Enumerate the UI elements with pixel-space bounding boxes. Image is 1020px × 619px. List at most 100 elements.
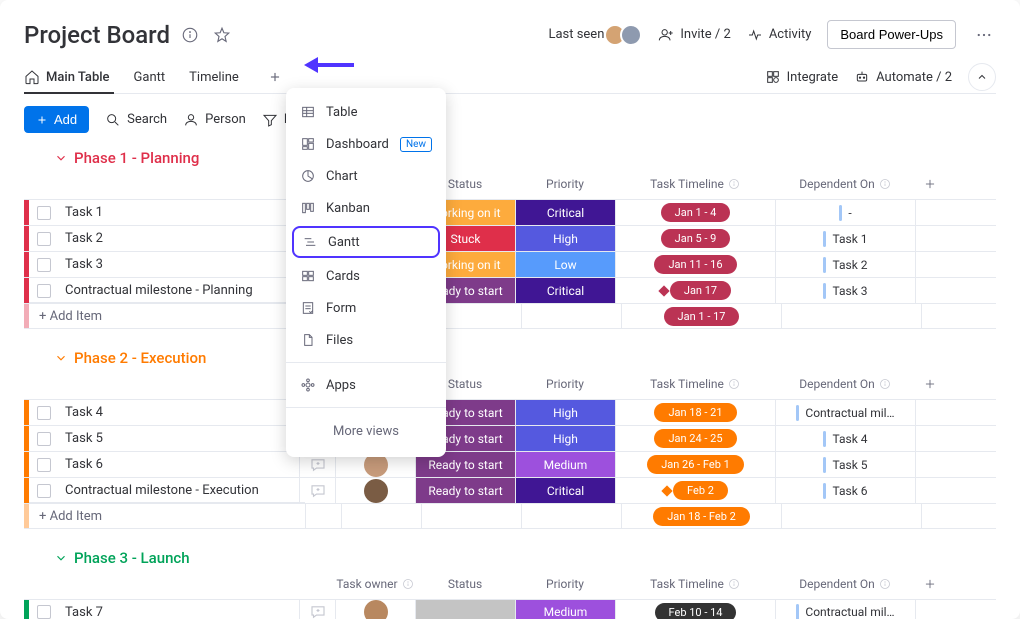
timeline-cell[interactable]: Jan 5 - 9: [615, 226, 775, 251]
menu-chart[interactable]: Chart: [286, 160, 446, 192]
add-column-button[interactable]: [915, 377, 945, 391]
activity-button[interactable]: Activity: [747, 27, 812, 43]
row-checkbox[interactable]: [29, 258, 59, 272]
group-title-phase1[interactable]: Phase 1 - Planning: [54, 149, 199, 167]
star-icon[interactable]: [210, 23, 234, 47]
dependent-cell[interactable]: -: [775, 200, 915, 225]
menu-form[interactable]: Form: [286, 292, 446, 324]
info-icon[interactable]: [178, 23, 202, 47]
dependent-cell[interactable]: Contractual mil…: [775, 600, 915, 619]
table-row[interactable]: Task 3 Working on it Low Jan 11 - 16 Tas…: [24, 251, 996, 277]
priority-cell[interactable]: High: [515, 400, 615, 425]
add-item-button[interactable]: + Add Item: [29, 302, 305, 330]
row-checkbox[interactable]: [29, 206, 59, 220]
dependent-cell[interactable]: Task 2: [775, 252, 915, 277]
timeline-cell[interactable]: Jan 11 - 16: [615, 252, 775, 277]
priority-cell[interactable]: Critical: [515, 478, 615, 503]
board-title[interactable]: Project Board: [24, 21, 170, 49]
table-row[interactable]: Task 1 Working on it Critical Jan 1 - 4 …: [24, 199, 996, 225]
timeline-cell[interactable]: Jan 18 - 21: [615, 400, 775, 425]
menu-gantt[interactable]: Gantt: [292, 226, 440, 258]
col-dependent[interactable]: Dependent On: [775, 577, 915, 591]
add-column-button[interactable]: [915, 177, 945, 191]
table-row[interactable]: Task 2 Stuck High Jan 5 - 9 Task 1: [24, 225, 996, 251]
col-timeline[interactable]: Task Timeline: [615, 177, 775, 191]
task-name[interactable]: Task 2: [59, 231, 299, 246]
priority-cell[interactable]: Medium: [515, 452, 615, 477]
automate-button[interactable]: Automate / 2: [854, 69, 952, 85]
timeline-cell[interactable]: Feb 10 - 14: [615, 600, 775, 619]
task-name[interactable]: Task 3: [59, 257, 299, 272]
priority-cell[interactable]: Critical: [515, 200, 615, 225]
powerups-button[interactable]: Board Power-Ups: [827, 20, 956, 49]
menu-kanban[interactable]: Kanban: [286, 192, 446, 224]
last-seen[interactable]: Last seen: [548, 24, 642, 46]
owner-cell[interactable]: [335, 600, 415, 619]
menu-files[interactable]: Files: [286, 324, 446, 356]
menu-apps[interactable]: Apps: [286, 369, 446, 401]
task-name[interactable]: Task 7: [59, 605, 299, 619]
row-checkbox[interactable]: [29, 432, 59, 446]
table-row[interactable]: Task 7 Medium Feb 10 - 14 Contractual mi…: [24, 599, 996, 619]
more-views[interactable]: More views: [286, 414, 446, 449]
priority-cell[interactable]: High: [515, 426, 615, 451]
add-view-button[interactable]: [263, 65, 287, 89]
row-checkbox[interactable]: [29, 458, 59, 472]
priority-cell[interactable]: Low: [515, 252, 615, 277]
menu-cards[interactable]: Cards: [286, 260, 446, 292]
task-name[interactable]: Task 6: [59, 457, 299, 472]
col-priority[interactable]: Priority: [515, 577, 615, 591]
dependent-cell[interactable]: Task 5: [775, 452, 915, 477]
priority-cell[interactable]: Medium: [515, 600, 615, 619]
col-timeline[interactable]: Task Timeline: [615, 577, 775, 591]
col-status[interactable]: Status: [415, 577, 515, 591]
dependent-cell[interactable]: Task 3: [775, 278, 915, 303]
more-icon[interactable]: [972, 23, 996, 47]
dependent-cell[interactable]: Task 4: [775, 426, 915, 451]
col-priority[interactable]: Priority: [515, 177, 615, 191]
task-name[interactable]: Contractual milestone - Planning: [59, 283, 299, 298]
task-name[interactable]: Task 1: [59, 205, 299, 220]
timeline-cell[interactable]: Jan 1 - 4: [615, 200, 775, 225]
table-row[interactable]: Task 5 Ready to start High Jan 24 - 25 T…: [24, 425, 996, 451]
row-checkbox[interactable]: [29, 406, 59, 420]
row-checkbox[interactable]: [29, 484, 59, 498]
row-checkbox[interactable]: [29, 232, 59, 246]
dependent-cell[interactable]: Contractual mil…: [775, 400, 915, 425]
tab-gantt[interactable]: Gantt: [134, 62, 166, 93]
add-column-button[interactable]: [915, 577, 945, 591]
group-title-phase2[interactable]: Phase 2 - Execution: [54, 349, 206, 367]
status-cell[interactable]: [415, 600, 515, 619]
table-row[interactable]: Task 6 Ready to start Medium Jan 26 - Fe…: [24, 451, 996, 477]
menu-table[interactable]: Table: [286, 96, 446, 128]
col-priority[interactable]: Priority: [515, 377, 615, 391]
tab-timeline[interactable]: Timeline: [189, 62, 239, 93]
table-row[interactable]: Contractual milestone - Execution Ready …: [24, 477, 996, 503]
menu-dashboard[interactable]: DashboardNew: [286, 128, 446, 160]
task-name[interactable]: Task 4: [59, 405, 299, 420]
row-checkbox[interactable]: [29, 605, 59, 619]
integrate-button[interactable]: Integrate: [765, 69, 839, 85]
search-tool[interactable]: Search: [105, 112, 167, 128]
message-icon[interactable]: [299, 478, 335, 503]
timeline-cell[interactable]: Jan 17: [615, 278, 775, 303]
dependent-cell[interactable]: Task 6: [775, 478, 915, 503]
collapse-button[interactable]: [968, 63, 996, 91]
priority-cell[interactable]: High: [515, 226, 615, 251]
tab-main-table[interactable]: Main Table: [24, 61, 110, 93]
table-row[interactable]: Task 4 Ready to start High Jan 18 - 21 C…: [24, 399, 996, 425]
owner-cell[interactable]: [335, 478, 415, 503]
status-cell[interactable]: Ready to start: [415, 478, 515, 503]
person-tool[interactable]: Person: [183, 112, 246, 128]
add-button[interactable]: Add: [24, 106, 89, 133]
invite-button[interactable]: Invite / 2: [658, 27, 730, 43]
timeline-cell[interactable]: Jan 24 - 25: [615, 426, 775, 451]
row-checkbox[interactable]: [29, 284, 59, 298]
table-row[interactable]: Contractual milestone - Planning Ready t…: [24, 277, 996, 303]
col-timeline[interactable]: Task Timeline: [615, 377, 775, 391]
task-name[interactable]: Contractual milestone - Execution: [59, 483, 299, 498]
priority-cell[interactable]: Critical: [515, 278, 615, 303]
dependent-cell[interactable]: Task 1: [775, 226, 915, 251]
message-icon[interactable]: [299, 600, 335, 619]
timeline-cell[interactable]: Jan 26 - Feb 1: [615, 452, 775, 477]
